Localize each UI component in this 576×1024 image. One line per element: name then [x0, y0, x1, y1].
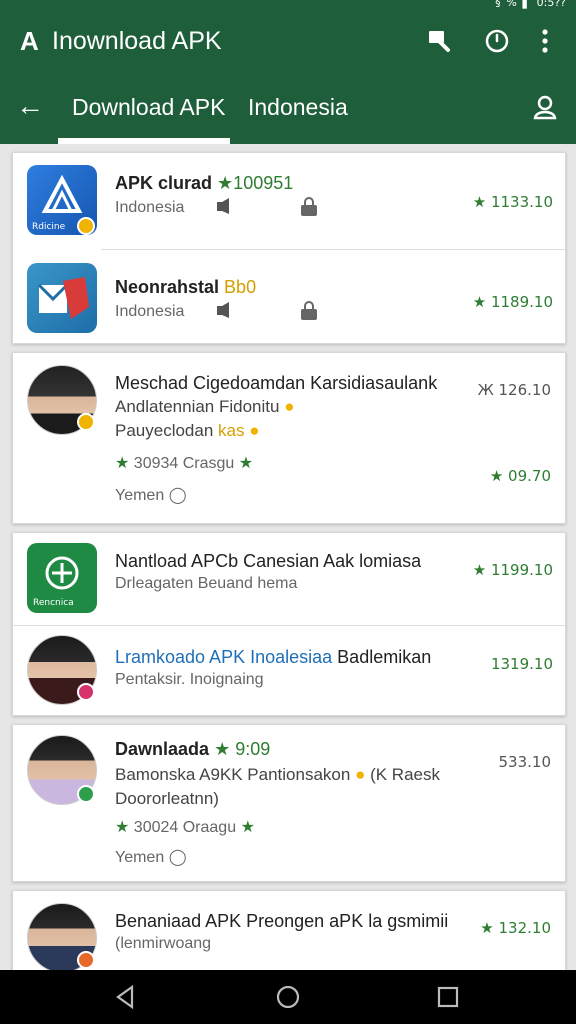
status-bar: § % ▌ 0:5??: [0, 0, 576, 10]
lock-icon: [299, 197, 319, 217]
listing-stars-text: 30934 Crasgu: [133, 455, 235, 472]
app-name: Nantload APCb Canesian Aak lomiasa: [115, 551, 422, 571]
listing-line-text: Bamonska A9KK Pantionsakon: [115, 765, 351, 784]
nav-home-icon[interactable]: [274, 983, 302, 1011]
app-logo: A: [20, 26, 39, 56]
info-icon: ◯: [168, 487, 187, 504]
status-text: § % ▌ 0:5??: [495, 0, 566, 9]
listing-tag: kas: [218, 421, 245, 440]
listing-price: ★ 132.10: [480, 919, 551, 937]
app-title: Inownload APK: [52, 27, 222, 55]
nav-recents-icon[interactable]: [434, 983, 462, 1011]
info-icon: ◯: [168, 849, 187, 866]
app-name: Lramkoado APK Inoalesiaa Badlemikan: [115, 647, 431, 668]
app-bar: A Inownload APK: [0, 10, 576, 72]
lock-icon: [299, 301, 319, 321]
history-icon[interactable]: [482, 26, 512, 56]
app-price: 1319.10: [490, 655, 553, 673]
list-card[interactable]: Meschad Cigedoamdan Karsidiasaulank Andl…: [12, 352, 566, 524]
listing-line-text: Andlatennian Fidonitu: [115, 397, 280, 416]
badge-icon: [77, 951, 95, 969]
listing-foot: Yemen ◯: [115, 485, 187, 505]
star-icon: ★: [115, 819, 130, 836]
emoji-icon: ●: [355, 765, 366, 784]
listing-price-secondary: ★ 09.70: [489, 467, 551, 485]
emoji-icon: ●: [284, 397, 295, 416]
app-name: Neonrahstal Bb0: [115, 277, 256, 298]
badge-icon: [77, 413, 95, 431]
list-item[interactable]: Lramkoado APK Inoalesiaa Badlemikan Pent…: [13, 625, 567, 717]
svg-text:Rdicine: Rdicine: [32, 222, 66, 232]
app-subtitle: Drleagaten Beuand hema: [115, 575, 298, 592]
listing-rating: ★ 9:09: [214, 739, 271, 759]
app-icon: Rencnica: [27, 543, 97, 613]
app-name-text: Lramkoado APK Inoalesiaa: [115, 647, 333, 667]
badge-icon: [77, 217, 95, 235]
app-name: APK clurad ★100951: [115, 173, 293, 194]
listing-line: Andlatennian Fidonitu ●: [115, 397, 294, 417]
listing-stars: ★ 30024 Oraagu ★: [115, 817, 255, 837]
system-nav-bar: [0, 970, 576, 1024]
app-name-extra: Badlemikan: [337, 647, 432, 667]
app-name-text: APK clurad: [115, 173, 213, 193]
app-icon: [27, 263, 97, 333]
list-card[interactable]: Benaniaad APK Preongen aPK la gsmimii (l…: [12, 890, 566, 970]
badge-icon: [77, 683, 95, 701]
tab-bar: ← Download APK Indonesia: [0, 72, 576, 144]
nav-back-icon[interactable]: [112, 983, 140, 1011]
speaker-icon: [215, 301, 233, 319]
listing-foot: Yemen ◯: [115, 847, 187, 867]
list-item[interactable]: Neonrahstal Bb0 Indonesia ★ 1189.10: [13, 249, 567, 345]
listing-price: 533.10: [498, 753, 552, 771]
search-icon[interactable]: [424, 26, 454, 56]
listing-title: Benaniaad APK Preongen aPK la gsmimii: [115, 911, 449, 931]
app-name-text: Neonrahstal: [115, 277, 220, 297]
listing-line: Pauyeclodan kas ●: [115, 421, 260, 441]
listing-subtitle: (lenmirwoang: [115, 935, 212, 952]
list-card: Rencnica Nantload APCb Canesian Aak lomi…: [12, 532, 566, 716]
app-price: ★ 1189.10: [472, 293, 553, 311]
app-price: ★ 1133.10: [472, 193, 553, 211]
list-card: Rdicine APK clurad ★100951 Indonesia ★ 1…: [12, 152, 566, 344]
star-icon: ★: [238, 455, 254, 472]
list-item[interactable]: Rdicine APK clurad ★100951 Indonesia ★ 1…: [13, 153, 567, 249]
back-arrow-icon[interactable]: ←: [16, 90, 44, 122]
app-region: Indonesia: [115, 199, 185, 216]
listing-title-text: Dawnlaada: [115, 739, 210, 759]
listing-price: Ж 126.10: [477, 381, 551, 399]
listing-line-text: Pauyeclodan: [115, 421, 214, 440]
svg-text:Rencnica: Rencnica: [33, 598, 74, 608]
more-options-icon[interactable]: [530, 26, 560, 56]
app-rating: ★100951: [217, 173, 294, 193]
listing-title: Dawnlaada ★ 9:09: [115, 739, 270, 760]
listing-stars-text: 30024 Oraagu: [133, 819, 237, 836]
app-region: Indonesia: [115, 303, 185, 320]
star-icon: ★: [240, 819, 255, 836]
listing-line: Doororleatnn): [115, 789, 219, 808]
app-tag: Bb0: [224, 277, 257, 297]
listing-foot-text: Yemen: [115, 849, 165, 866]
list-card[interactable]: Dawnlaada ★ 9:09 Bamonska A9KK Pantionsa…: [12, 724, 566, 882]
tab-indonesia[interactable]: Indonesia: [248, 94, 348, 121]
emoji-icon: ●: [249, 421, 260, 440]
app-list: Rdicine APK clurad ★100951 Indonesia ★ 1…: [0, 144, 576, 970]
listing-stars: ★ 30934 Crasgu ★: [115, 453, 253, 473]
speaker-icon: [215, 197, 233, 215]
app-subtitle: Pentaksir. Inoignaing: [115, 671, 264, 688]
listing-line: Bamonska A9KK Pantionsakon ● (K Raesk: [115, 765, 440, 785]
listing-line-extra: (K Raesk: [370, 765, 440, 784]
list-item[interactable]: Rencnica Nantload APCb Canesian Aak lomi…: [13, 533, 567, 625]
profile-icon[interactable]: [532, 94, 558, 120]
listing-foot-text: Yemen: [115, 487, 165, 504]
tab-download-apk[interactable]: Download APK: [72, 94, 225, 121]
listing-title: Meschad Cigedoamdan Karsidiasaulank: [115, 373, 438, 393]
badge-icon: [77, 785, 95, 803]
app-price: ★ 1199.10: [472, 561, 553, 579]
star-icon: ★: [115, 455, 130, 472]
